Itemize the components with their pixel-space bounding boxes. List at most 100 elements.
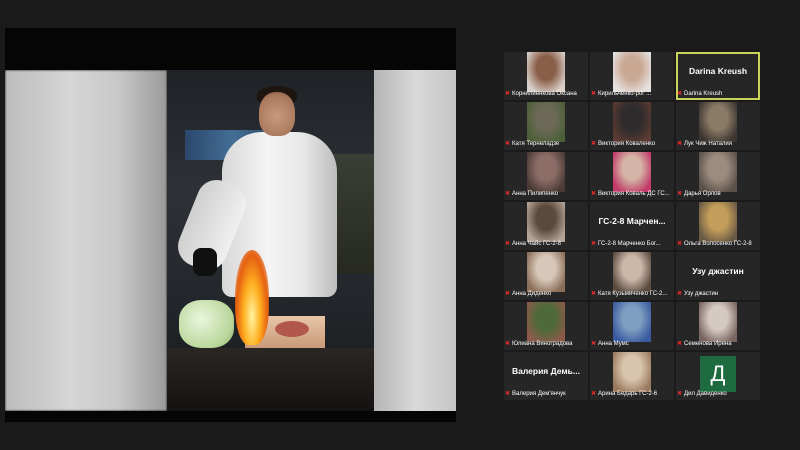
participant-tile[interactable]: ✖ Ольга Волосенко ГС-2-8 xyxy=(676,202,760,250)
participant-name: Семенова Ирена xyxy=(684,341,732,347)
participant-tile[interactable]: ✖ Катя Кузьмиченко ГС-2... xyxy=(590,252,674,300)
participant-tile[interactable]: ✖ Анна Пилипенко xyxy=(504,152,588,200)
participant-name: Арина Бедарь ГС-2-6 xyxy=(598,391,658,397)
participant-name: Катя Кузьмиченко ГС-2... xyxy=(598,291,668,297)
participant-name: Ольга Волосенко ГС-2-8 xyxy=(684,241,752,247)
mic-muted-icon: ✖ xyxy=(591,91,597,97)
participant-name-label: ✖ Анна Пилипенко xyxy=(505,190,587,199)
mic-muted-icon: ✖ xyxy=(677,141,683,147)
participant-name-label: ✖ Семенова Ирена xyxy=(677,340,759,349)
participant-name: Корнилиенкова Оксана xyxy=(512,91,577,97)
participant-video xyxy=(613,352,651,392)
mic-muted-icon: ✖ xyxy=(677,291,683,297)
participant-name-label: ✖ Узу джастин xyxy=(677,290,759,299)
mic-muted-icon: ✖ xyxy=(591,141,597,147)
participant-tile[interactable]: ✖ Кирильченко-рог ... xyxy=(590,52,674,100)
participant-name: Анна Пилипенко xyxy=(512,191,559,197)
mic-muted-icon: ✖ xyxy=(505,391,511,397)
participant-video xyxy=(527,202,565,242)
participant-name: Виктория Коваленко xyxy=(598,141,656,147)
participant-name: Анна Чайс ГС-2-8 xyxy=(512,241,562,247)
participant-name: Дил Давиденко xyxy=(684,391,727,397)
participant-display-name: Валерия Демь... xyxy=(512,366,580,376)
video-blur-left xyxy=(5,70,167,411)
participant-tile[interactable]: ГС-2-8 Марчен... ✖ ГС-2-8 Марченко Бог... xyxy=(590,202,674,250)
participant-tile[interactable]: ✖ Анна Диденко xyxy=(504,252,588,300)
participant-name-label: ✖ Darina Kreush xyxy=(677,90,759,99)
mic-muted-icon: ✖ xyxy=(505,241,511,247)
participant-tile[interactable]: ✖ Юлиана Виноградова xyxy=(504,302,588,350)
participant-tile[interactable]: ✖ Корнилиенкова Оксана xyxy=(504,52,588,100)
participant-tile[interactable]: ✖ Анна Мумс xyxy=(590,302,674,350)
participant-name: Валерия Дем'янчук xyxy=(512,391,566,397)
participant-name: ГС-2-8 Марченко Бог... xyxy=(598,241,661,247)
participant-video xyxy=(699,302,737,342)
participant-tile[interactable]: Д ✖ Дил Давиденко xyxy=(676,352,760,400)
participant-tile[interactable]: ✖ Дарья Орлов xyxy=(676,152,760,200)
participant-tile[interactable]: Узу джастин ✖ Узу джастин xyxy=(676,252,760,300)
participant-video xyxy=(699,102,737,142)
participant-tile[interactable]: ✖ Виктория Коваленко xyxy=(590,102,674,150)
participant-video xyxy=(527,252,565,292)
participant-display-name: Узу джастин xyxy=(692,266,744,276)
mic-muted-icon: ✖ xyxy=(505,141,511,147)
mic-muted-icon: ✖ xyxy=(591,391,597,397)
participant-video xyxy=(613,152,651,192)
participant-video xyxy=(527,302,565,342)
participant-tile[interactable]: ✖ Семенова Ирена xyxy=(676,302,760,350)
avatar: Д xyxy=(700,356,736,392)
participant-tile[interactable]: ✖ Арина Бедарь ГС-2-6 xyxy=(590,352,674,400)
mic-muted-icon: ✖ xyxy=(505,91,511,97)
mic-muted-icon: ✖ xyxy=(505,191,511,197)
participant-name-label: ✖ Юлиана Виноградова xyxy=(505,340,587,349)
participant-name: Дарья Орлов xyxy=(684,191,721,197)
participant-video xyxy=(527,152,565,192)
participant-name-label: ✖ Катя Тернеладзе xyxy=(505,140,587,149)
participant-video xyxy=(699,152,737,192)
participant-name-label: ✖ Дарья Орлов xyxy=(677,190,759,199)
participant-name-label: ✖ Ольга Волосенко ГС-2-8 xyxy=(677,240,759,249)
participant-video xyxy=(527,52,565,92)
participant-video xyxy=(613,252,651,292)
mic-muted-icon: ✖ xyxy=(591,241,597,247)
participant-video xyxy=(527,102,565,142)
mic-muted-icon: ✖ xyxy=(591,291,597,297)
participant-name-label: ✖ Катя Кузьмиченко ГС-2... xyxy=(591,290,673,299)
participant-name-label: ✖ Арина Бедарь ГС-2-6 xyxy=(591,390,673,399)
participant-name: Юлиана Виноградова xyxy=(512,341,573,347)
participant-name-label: ✖ Виктория Коваль ДС ГС... xyxy=(591,190,673,199)
participant-video xyxy=(613,52,651,92)
participant-name-label: ✖ Анна Мумс xyxy=(591,340,673,349)
participant-name-label: ✖ Анна Чайс ГС-2-8 xyxy=(505,240,587,249)
participant-name: Darina Kreush xyxy=(684,91,723,97)
participant-name: Катя Тернеладзе xyxy=(512,141,560,147)
participant-name-label: ✖ Лук Чиж Наталия xyxy=(677,140,759,149)
shared-screen[interactable] xyxy=(5,28,456,422)
participant-tile[interactable]: ✖ Анна Чайс ГС-2-8 xyxy=(504,202,588,250)
participant-video xyxy=(613,102,651,142)
participant-video xyxy=(613,302,651,342)
participant-name-label: ✖ Валерия Дем'янчук xyxy=(505,390,587,399)
mic-muted-icon: ✖ xyxy=(677,391,683,397)
participant-tile[interactable]: ✖ Лук Чиж Наталия xyxy=(676,102,760,150)
participant-tile[interactable]: Darina Kreush ✖ Darina Kreush xyxy=(676,52,760,100)
mic-muted-icon: ✖ xyxy=(677,241,683,247)
participant-name-label: ✖ Корнилиенкова Оксана xyxy=(505,90,587,99)
participant-tile[interactable]: ✖ Катя Тернеладзе xyxy=(504,102,588,150)
participant-name: Виктория Коваль ДС ГС... xyxy=(598,191,670,197)
mic-muted-icon: ✖ xyxy=(591,341,597,347)
participant-video xyxy=(699,202,737,242)
participant-name: Кирильченко-рог ... xyxy=(598,91,652,97)
mic-muted-icon: ✖ xyxy=(677,191,683,197)
participant-display-name: Darina Kreush xyxy=(688,66,748,76)
chef-video xyxy=(167,70,374,411)
participant-name-label: ✖ Кирильченко-рог ... xyxy=(591,90,673,99)
participant-tile[interactable]: ✖ Виктория Коваль ДС ГС... xyxy=(590,152,674,200)
participant-name: Анна Диденко xyxy=(512,291,552,297)
participant-display-name: ГС-2-8 Марчен... xyxy=(598,216,666,226)
participant-name-label: ✖ Анна Диденко xyxy=(505,290,587,299)
mic-muted-icon: ✖ xyxy=(677,341,683,347)
participant-tile[interactable]: Валерия Демь... ✖ Валерия Дем'янчук xyxy=(504,352,588,400)
participant-name-label: ✖ Виктория Коваленко xyxy=(591,140,673,149)
mic-muted-icon: ✖ xyxy=(677,91,683,97)
